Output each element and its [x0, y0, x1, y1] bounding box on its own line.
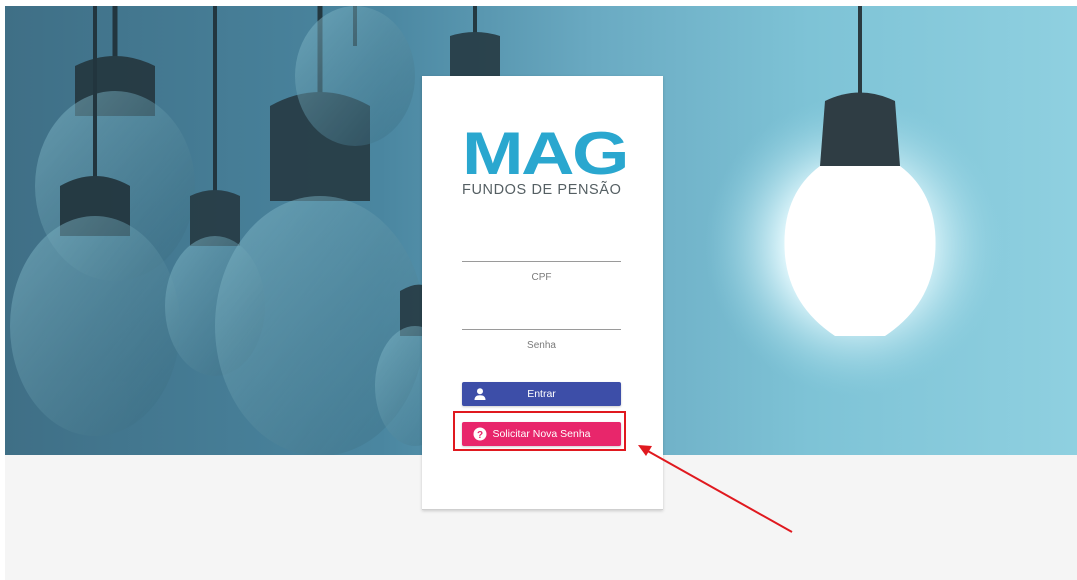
senha-label: Senha	[527, 340, 556, 351]
entrar-label: Entrar	[527, 388, 556, 400]
svg-text:MAG: MAG	[462, 128, 627, 176]
brand-logo: MAG FUNDOS DE PENSÃO	[462, 128, 632, 210]
solicitar-label: Solicitar Nova Senha	[492, 428, 591, 440]
brand-subtitle: FUNDOS DE PENSÃO	[462, 182, 622, 198]
cpf-input[interactable]	[462, 239, 625, 261]
senha-underline	[462, 329, 621, 330]
senha-input[interactable]	[462, 307, 625, 329]
login-card: MAG FUNDOS DE PENSÃO CPF Senha Entrar ? …	[422, 76, 663, 510]
mag-logo-mark: MAG	[462, 128, 627, 176]
solicitar-nova-senha-button[interactable]: ? Solicitar Nova Senha	[462, 422, 621, 446]
svg-text:?: ?	[477, 430, 483, 441]
entrar-button[interactable]: Entrar	[462, 382, 621, 406]
cpf-label: CPF	[531, 272, 552, 283]
cpf-underline	[462, 261, 621, 262]
question-circle-icon: ?	[473, 427, 487, 441]
login-page: MAG FUNDOS DE PENSÃO CPF Senha Entrar ? …	[0, 0, 1077, 580]
user-icon	[473, 387, 487, 401]
senha-field[interactable]: Senha	[462, 307, 625, 351]
cpf-field[interactable]: CPF	[462, 239, 625, 283]
